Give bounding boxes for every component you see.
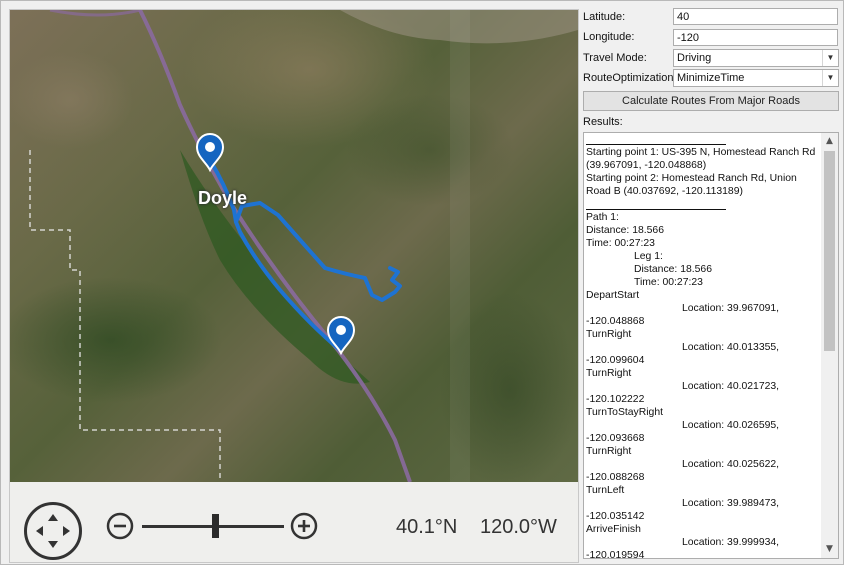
path-time: Time: 00:27:23 — [586, 238, 655, 249]
travel-mode-label: Travel Mode: — [583, 52, 647, 64]
step-location: Location: 39.989473, — [682, 498, 780, 509]
step-location: Location: 39.999934, — [682, 537, 780, 548]
start-point-1: Starting point 1: US-395 N, Homestead Ra… — [586, 147, 816, 171]
leg-heading: Leg 1: — [634, 251, 663, 262]
step-longitude: -120.088268 — [586, 472, 645, 483]
path-distance: Distance: 18.566 — [586, 225, 664, 236]
step-action: TurnToStayRight — [586, 407, 663, 418]
map-place-label: Doyle — [198, 188, 248, 208]
start-pin-icon[interactable] — [195, 133, 225, 173]
zoom-out-icon[interactable] — [106, 512, 134, 540]
step-action: TurnRight — [586, 329, 632, 340]
highway-branch — [49, 10, 141, 17]
separator-line — [586, 133, 726, 145]
travel-mode-select[interactable]: Driving ▼ — [673, 49, 839, 67]
latitude-input[interactable]: 40 — [673, 8, 838, 25]
route-optimization-select[interactable]: MinimizeTime ▼ — [673, 69, 839, 87]
longitude-input[interactable]: -120 — [673, 29, 838, 46]
step-location: Location: 39.967091, — [682, 303, 780, 314]
zoom-slider-thumb[interactable] — [212, 514, 220, 538]
map-navigation-bar: 40.1°N 120.0°W — [10, 482, 578, 562]
latitude-label: Latitude: — [583, 11, 626, 23]
zoom-in-icon[interactable] — [290, 512, 318, 540]
highway-395 — [138, 10, 412, 482]
step-longitude: -120.093668 — [586, 433, 645, 444]
route-steps: DepartStart Location: 39.967091, -120.0488… — [586, 289, 822, 559]
route-optimization-value: MinimizeTime — [677, 72, 745, 84]
step-longitude: -120.035142 — [586, 511, 645, 522]
county-boundary — [29, 150, 221, 482]
map-view[interactable]: Doyle 40.1°N 120.0°W — [9, 9, 579, 563]
step-action: ArriveFinish — [586, 524, 641, 535]
scroll-up-icon[interactable]: ▲ — [821, 133, 838, 150]
step-action: TurnRight — [586, 446, 632, 457]
results-content: Starting point 1: US-395 N, Homestead Ra… — [586, 133, 822, 559]
calculate-routes-button[interactable]: Calculate Routes From Major Roads — [583, 91, 839, 111]
longitude-label: Longitude: — [583, 31, 635, 43]
chevron-down-icon[interactable]: ▼ — [822, 70, 838, 86]
step-longitude: -120.099604 — [586, 355, 645, 366]
app-window: Doyle 40.1°N 120.0°W Latitude: 40 Longit… — [0, 0, 844, 565]
step-action: TurnLeft — [586, 485, 625, 496]
results-textbox[interactable]: Starting point 1: US-395 N, Homestead Ra… — [583, 132, 839, 559]
map-overlay — [29, 10, 578, 482]
scroll-down-icon[interactable]: ▼ — [821, 541, 838, 558]
step-location: Location: 40.021723, — [682, 381, 780, 392]
travel-mode-value: Driving — [677, 52, 712, 64]
navigation-rose-icon[interactable] — [24, 502, 82, 560]
longitude-readout: 120.0°W — [480, 516, 557, 538]
results-scrollbar[interactable]: ▲ ▼ — [821, 133, 838, 558]
step-location: Location: 40.025622, — [682, 459, 780, 470]
start-point-2: Starting point 2: Homestead Ranch Rd, Un… — [586, 173, 797, 197]
results-label: Results: — [583, 116, 623, 128]
path-heading: Path 1: — [586, 212, 619, 223]
chevron-down-icon[interactable]: ▼ — [822, 50, 838, 66]
step-location: Location: 40.026595, — [682, 420, 780, 431]
step-longitude: -120.048868 — [586, 316, 645, 327]
step-action: TurnRight — [586, 368, 632, 379]
leg-distance: Distance: 18.566 — [634, 264, 712, 275]
leg-time: Time: 00:27:23 — [634, 277, 703, 288]
separator-line — [586, 198, 726, 210]
route-optimization-label: RouteOptimization: — [583, 72, 677, 84]
step-action: DepartStart — [586, 290, 640, 301]
latitude-readout: 40.1°N — [396, 516, 458, 538]
step-longitude: -120.019594 — [586, 550, 645, 559]
step-longitude: -120.102222 — [586, 394, 645, 405]
step-location: Location: 40.013355, — [682, 342, 780, 353]
scrollbar-thumb[interactable] — [824, 151, 835, 351]
